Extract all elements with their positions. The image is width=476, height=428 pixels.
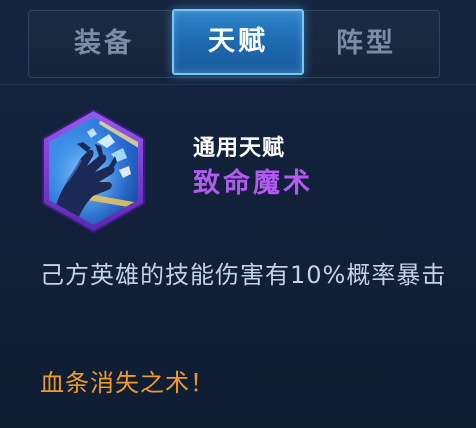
talent-heading: 通用天赋 致命魔术 xyxy=(193,134,313,202)
tab-talent[interactable]: 天赋 xyxy=(172,9,304,75)
talent-description: 己方英雄的技能伤害有10%概率暴击 xyxy=(40,261,447,289)
clawed-hand-magic-icon xyxy=(42,108,145,234)
talent-type-label: 通用天赋 xyxy=(193,136,286,161)
talent-panel: 装备 天赋 阵型 通用天赋 致命魔术 己方英雄的技能伤害有10%概率暴击 血条消… xyxy=(0,0,476,428)
talent-name: 致命魔术 xyxy=(193,168,313,199)
tab-equipment[interactable]: 装备 xyxy=(39,11,169,77)
tab-formation[interactable]: 阵型 xyxy=(301,11,431,77)
tab-divider xyxy=(0,84,476,85)
talent-tagline: 血条消失之术！ xyxy=(40,369,215,397)
tab-bar: 装备 天赋 阵型 xyxy=(28,9,440,78)
